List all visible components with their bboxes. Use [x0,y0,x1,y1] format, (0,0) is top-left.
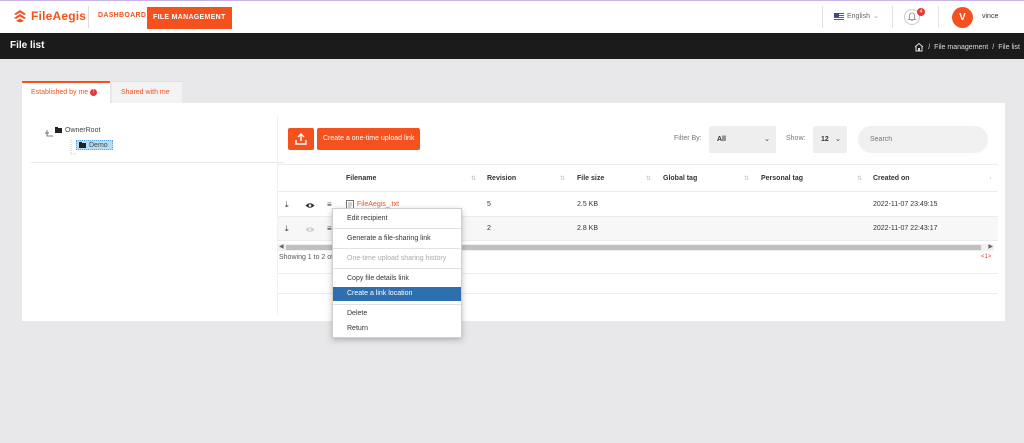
main-panel: OwnerRoot Demo Create a one-time upload … [22,103,1005,321]
tree-node-ownerroot[interactable]: OwnerRoot [55,127,100,134]
column-header-created-on[interactable]: Created on [873,175,910,182]
file-size-cell: 2.8 KB [577,225,599,232]
created-on-cell: 2022-11-07 23:49:15 [873,201,938,208]
sort-icon[interactable]: ↓ [989,175,992,181]
brand-logo[interactable]: FileAegis [13,9,86,23]
pagination-control[interactable]: <1> [981,254,991,260]
menu-divider [333,304,461,305]
folder-icon [79,141,86,148]
nav-divider [88,6,89,28]
column-header-global-tag[interactable]: Global tag [663,175,697,182]
top-navbar: FileAegis DASHBOARD FILE MANAGEMENT Engl… [0,0,1024,33]
chevron-down-icon: ⌄ [872,13,879,20]
revision-cell: 2 [487,225,491,232]
sort-icon[interactable]: ⇅ [471,175,476,182]
tab-label: Shared with me [121,89,170,96]
page-size-value: 12 [821,136,829,143]
search-input[interactable] [858,126,988,153]
tree-node-demo[interactable]: Demo [76,140,113,150]
column-header-personal-tag[interactable]: Personal tag [761,175,803,182]
show-label: Show: [786,135,806,142]
download-icon[interactable]: ⤓ [285,200,289,210]
eye-icon[interactable] [305,226,315,233]
language-selector[interactable]: English ⌄ [834,12,879,20]
breadcrumb-separator: / [928,43,931,51]
menu-item-return[interactable]: Return [333,322,461,336]
menu-divider [333,228,461,229]
menu-item-edit-recipient[interactable]: Edit recipient [333,212,461,226]
us-flag-icon [834,12,844,20]
brand-name: FileAegis [31,9,87,23]
column-header-file-size[interactable]: File size [577,175,604,182]
upload-icon [295,133,307,145]
upload-button[interactable] [288,128,314,150]
sort-icon[interactable]: ⇅ [744,175,749,182]
home-icon[interactable] [914,42,924,52]
menu-divider [333,248,461,249]
tree-node-label: Demo [89,141,108,149]
menu-icon[interactable]: ≡ [327,200,332,209]
menu-item-create-link-location[interactable]: Create a link location [333,287,461,301]
created-on-cell: 2022-11-07 22:43:17 [873,225,938,232]
page-size-select[interactable]: 12 ⌄ [813,126,847,153]
nav-file-management[interactable]: FILE MANAGEMENT [147,7,232,29]
breadcrumb-file-management[interactable]: File management [934,44,988,51]
menu-item-generate-sharing-link[interactable]: Generate a file-sharing link [333,232,461,246]
menu-divider [333,268,461,269]
filename-link[interactable]: FileAegis_.txt [357,201,399,208]
folder-tree: OwnerRoot Demo [31,117,284,163]
filter-select[interactable]: All ⌄ [709,126,776,153]
nav-dashboard[interactable]: DASHBOARD [98,12,146,19]
page-header: File list / File management / File list [0,33,1024,59]
menu-item-copy-details-link[interactable]: Copy file details link [333,272,461,286]
notification-count-badge: 4 [917,8,925,16]
eye-icon[interactable] [305,202,315,209]
sort-icon[interactable]: ⇅ [857,175,862,182]
filter-label: Filter By: [674,135,702,142]
nav-divider [938,6,939,28]
column-header-filename[interactable]: Filename [346,175,376,182]
tab-established-by-me[interactable]: Established by me! [22,81,110,103]
menu-item-delete[interactable]: Delete [333,307,461,321]
chevron-down-icon: ⌄ [835,136,841,143]
breadcrumb: / File management / File list [914,42,1020,52]
fileaegis-logo-icon [14,10,26,23]
tab-label: Established by me [31,89,89,96]
language-label: English [847,12,870,20]
create-upload-link-button[interactable]: Create a one-time upload link [317,128,421,150]
filter-value: All [717,136,726,143]
tab-alert-badge: ! [90,88,98,96]
revision-cell: 5 [487,201,491,208]
avatar[interactable]: V [952,7,973,28]
username[interactable]: vince [982,13,998,20]
folder-icon [55,127,62,133]
tab-shared-with-me[interactable]: Shared with me [112,81,182,103]
pagination-info: Showing 1 to 2 of [279,254,334,261]
sort-icon[interactable]: ⇅ [560,175,565,182]
scroll-right-arrow-icon[interactable]: ▶ [988,243,993,250]
menu-item-upload-sharing-history: One-time upload sharing history [347,255,447,262]
column-header-revision[interactable]: Revision [487,175,516,182]
scroll-left-arrow-icon[interactable]: ◀ [279,243,284,250]
sort-icon[interactable]: ⇅ [646,175,651,182]
nav-divider [892,6,893,28]
download-icon[interactable]: ⤓ [285,224,289,234]
file-size-cell: 2.5 KB [577,201,599,208]
chevron-down-icon: ⌄ [764,136,770,143]
breadcrumb-separator: / [992,43,995,51]
file-context-menu: Edit recipient Generate a file-sharing l… [332,208,462,338]
nav-divider [822,6,823,28]
breadcrumb-file-list: File list [998,43,1020,51]
menu-icon[interactable]: ≡ [327,224,332,233]
table-header: Filename ⇅ Revision ⇅ File size ⇅ Global… [278,164,998,192]
tree-node-label: OwnerRoot [65,127,101,134]
page-title: File list [10,40,45,51]
